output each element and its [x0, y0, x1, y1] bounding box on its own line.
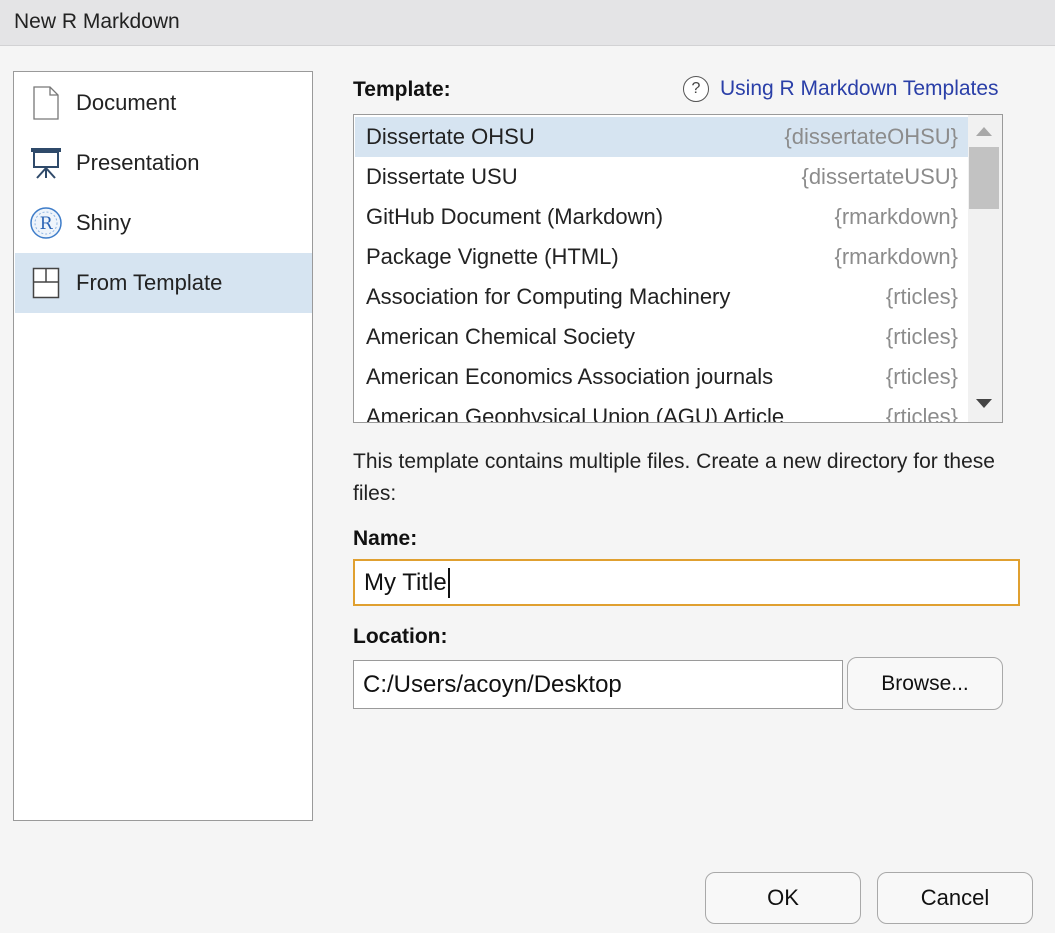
template-package: {rticles}	[885, 324, 958, 349]
template-name: American Geophysical Union (AGU) Article	[366, 404, 785, 423]
template-name: Package Vignette (HTML)	[366, 244, 619, 269]
shiny-icon: R	[29, 206, 63, 240]
name-input[interactable]: My Title	[353, 559, 1020, 606]
help-link-text[interactable]: Using R Markdown Templates	[720, 77, 999, 101]
template-row[interactable]: American Economics Association journals …	[355, 357, 968, 397]
title-bar: New R Markdown	[0, 0, 1055, 46]
browse-button[interactable]: Browse...	[847, 657, 1003, 710]
location-label: Location:	[353, 625, 448, 648]
sidebar-item-label: From Template	[76, 270, 223, 295]
template-name: GitHub Document (Markdown)	[366, 204, 664, 229]
svg-text:R: R	[40, 214, 54, 234]
sidebar-item-label: Document	[76, 90, 177, 115]
ok-button[interactable]: OK	[705, 872, 861, 924]
name-label: Name:	[353, 527, 418, 550]
template-icon	[29, 266, 63, 300]
cancel-button[interactable]: Cancel	[877, 872, 1033, 924]
template-label: Template:	[353, 78, 451, 101]
sidebar-item-shiny[interactable]: R Shiny	[15, 193, 312, 253]
sidebar-item-document[interactable]: Document	[15, 73, 312, 133]
template-name: Dissertate OHSU	[366, 124, 535, 149]
presentation-icon	[29, 146, 63, 180]
text-caret	[447, 567, 450, 598]
template-row[interactable]: Dissertate OHSU {dissertateOHSU}	[355, 117, 968, 157]
template-package: {dissertateUSU}	[801, 164, 958, 189]
template-name: American Economics Association journals	[366, 364, 774, 389]
template-package: {dissertateOHSU}	[784, 124, 958, 149]
template-row[interactable]: Dissertate USU {dissertateUSU}	[355, 157, 968, 197]
template-row[interactable]: Package Vignette (HTML) {rmarkdown}	[355, 237, 968, 277]
template-name: Association for Computing Machinery	[366, 284, 731, 309]
template-row[interactable]: GitHub Document (Markdown) {rmarkdown}	[355, 197, 968, 237]
sidebar-item-from-template[interactable]: From Template	[15, 253, 312, 313]
sidebar-item-label: Presentation	[76, 150, 200, 175]
name-input-value: My Title	[364, 568, 447, 596]
document-icon	[29, 86, 63, 120]
sidebar-item-presentation[interactable]: Presentation	[15, 133, 312, 193]
output-type-list: Document Presentation R Shiny From Templ…	[13, 71, 313, 821]
help-icon: ?	[683, 76, 709, 102]
template-row[interactable]: American Geophysical Union (AGU) Article…	[355, 397, 968, 423]
scroll-down-arrow-icon[interactable]	[976, 399, 992, 408]
template-package: {rticles}	[885, 364, 958, 389]
template-description: This template contains multiple files. C…	[353, 450, 995, 505]
help-link[interactable]: ? Using R Markdown Templates	[683, 76, 999, 102]
template-row[interactable]: Association for Computing Machinery {rti…	[355, 277, 968, 317]
template-list-scrollbar[interactable]	[968, 115, 1002, 422]
window-title: New R Markdown	[14, 10, 180, 33]
location-input[interactable]: C:/Users/acoyn/Desktop	[353, 660, 843, 709]
scroll-up-arrow-icon[interactable]	[976, 127, 992, 136]
template-package: {rmarkdown}	[834, 204, 958, 229]
location-input-value: C:/Users/acoyn/Desktop	[363, 670, 622, 698]
template-name: Dissertate USU	[366, 164, 518, 189]
template-row[interactable]: American Chemical Society {rticles}	[355, 317, 968, 357]
scroll-thumb[interactable]	[969, 147, 999, 209]
template-package: {rticles}	[885, 284, 958, 309]
template-package: {rmarkdown}	[834, 244, 958, 269]
template-package: {rticles}	[885, 404, 958, 423]
template-name: American Chemical Society	[366, 324, 635, 349]
template-list[interactable]: Dissertate OHSU {dissertateOHSU} Dissert…	[353, 114, 1003, 423]
sidebar-item-label: Shiny	[76, 210, 132, 235]
